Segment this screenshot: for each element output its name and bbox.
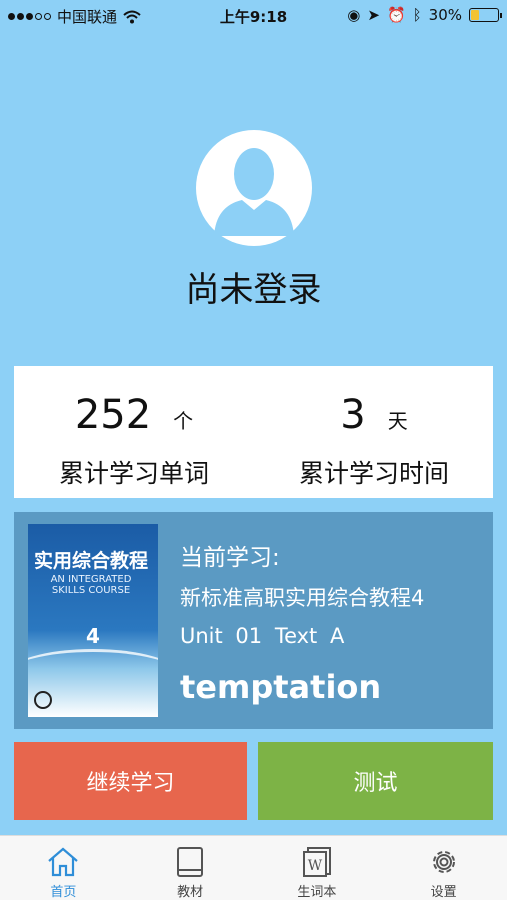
status-bar: 中国联通 上午9:18 ◉ ➤ ⏰ ᛒ 30% bbox=[0, 0, 507, 30]
words-count: 252 bbox=[74, 392, 152, 438]
headphone-icon bbox=[34, 691, 52, 709]
battery-fill bbox=[471, 10, 479, 20]
current-word: temptation bbox=[180, 668, 382, 706]
avatar[interactable] bbox=[196, 130, 312, 246]
svg-text:W: W bbox=[308, 858, 323, 874]
cover-title: 实用综合教程 bbox=[34, 550, 149, 572]
current-unit: Unit 01 Text A bbox=[180, 624, 345, 648]
cover-header bbox=[34, 530, 152, 540]
tab-settings-label: 设置 bbox=[430, 885, 457, 900]
tab-textbooks[interactable]: 教材 bbox=[127, 836, 254, 900]
tab-home[interactable]: 首页 bbox=[0, 836, 127, 900]
words-label: 累计学习单词 bbox=[58, 459, 209, 488]
rotation-lock-icon: ◉ bbox=[347, 6, 361, 24]
bluetooth-icon: ᛒ bbox=[412, 6, 422, 24]
current-learning-card[interactable]: 实用综合教程 AN INTEGRATED SKILLS COURSE 4 当前学… bbox=[14, 512, 493, 729]
tab-wordbook[interactable]: W 生词本 bbox=[254, 836, 381, 900]
tab-home-label: 首页 bbox=[50, 885, 77, 900]
user-silhouette-icon bbox=[214, 148, 294, 236]
stat-words: 252 个 累计学习单词 bbox=[14, 366, 254, 498]
current-label: 当前学习: bbox=[180, 545, 280, 571]
cover-volume: 4 bbox=[86, 624, 100, 648]
battery-icon bbox=[469, 8, 502, 22]
tab-settings[interactable]: 设置 bbox=[380, 836, 507, 900]
login-status[interactable]: 尚未登录 bbox=[0, 262, 507, 311]
time-label: 累计学习时间 bbox=[298, 459, 449, 488]
test-button[interactable]: 测试 bbox=[258, 742, 493, 820]
tab-wordbook-label: 生词本 bbox=[297, 885, 337, 900]
book-cover[interactable]: 实用综合教程 AN INTEGRATED SKILLS COURSE 4 bbox=[28, 524, 158, 717]
time-count: 3 bbox=[340, 392, 366, 438]
words-unit: 个 bbox=[173, 409, 194, 433]
tab-bar: 首页 教材 W 生词本 设置 bbox=[0, 835, 507, 900]
book-icon bbox=[177, 847, 204, 877]
wordbook-icon: W bbox=[302, 847, 331, 877]
current-book: 新标准高职实用综合教程4 bbox=[180, 586, 425, 610]
location-icon: ➤ bbox=[367, 6, 380, 24]
alarm-icon: ⏰ bbox=[386, 6, 406, 24]
home-icon bbox=[48, 847, 79, 877]
gear-icon bbox=[432, 851, 455, 873]
battery-percent: 30% bbox=[428, 6, 462, 24]
stat-time: 3 天 累计学习时间 bbox=[254, 366, 494, 498]
stats-card: 252 个 累计学习单词 3 天 累计学习时间 bbox=[14, 366, 493, 498]
time-unit: 天 bbox=[387, 409, 408, 433]
tab-textbooks-label: 教材 bbox=[177, 885, 204, 900]
continue-learning-button[interactable]: 继续学习 bbox=[14, 742, 247, 820]
cover-subtitle: AN INTEGRATED SKILLS COURSE bbox=[50, 574, 132, 596]
status-right: ◉ ➤ ⏰ ᛒ 30% bbox=[347, 6, 502, 24]
